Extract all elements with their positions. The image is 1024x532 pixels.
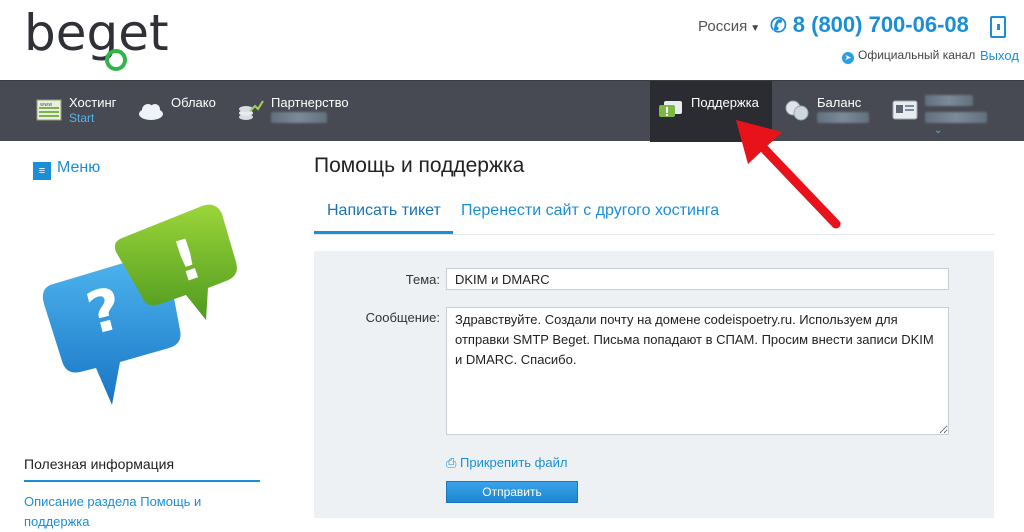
message-label: Сообщение: <box>365 310 440 325</box>
blurred-account-id <box>925 112 987 123</box>
official-channel-link[interactable]: ➤ Официальный канал <box>842 48 975 64</box>
phone-icon: ✆ <box>770 15 787 37</box>
support-phone[interactable]: ✆ 8 (800) 700-06-08 <box>770 12 969 38</box>
nav-item-partnership[interactable]: Партнерство <box>238 81 358 142</box>
chevron-down-icon: ▼ <box>750 23 761 34</box>
active-tab-indicator <box>314 231 453 234</box>
nav-balance-label: Баланс <box>817 95 862 110</box>
exit-door-icon[interactable] <box>990 16 1006 38</box>
annotation-arrow-icon <box>736 120 841 229</box>
nav-item-hosting[interactable]: www Хостинг Start <box>36 81 136 142</box>
tab-transfer-site[interactable]: Перенести сайт с другого хостинга <box>461 202 719 220</box>
coins-chart-icon <box>239 100 264 120</box>
nav-support-label: Поддержка <box>691 95 759 110</box>
blurred-partner-balance <box>271 112 327 123</box>
logo-text: beget <box>24 6 169 62</box>
channel-label: Официальный канал <box>858 48 976 62</box>
account-card-icon <box>892 100 918 120</box>
cloud-icon <box>139 104 163 120</box>
region-selector[interactable]: Россия ▼ <box>698 18 760 35</box>
phone-number: 8 (800) 700-06-08 <box>792 12 969 37</box>
nav-hosting-label: Хостинг <box>69 95 117 110</box>
nav-partnership-label: Партнерство <box>271 95 349 110</box>
support-chat-icon <box>659 101 682 117</box>
svg-text:www: www <box>40 102 52 108</box>
useful-info-heading: Полезная информация <box>24 456 260 482</box>
attach-label: Прикрепить файл <box>460 455 568 470</box>
subject-input[interactable] <box>446 268 949 290</box>
help-section-description-link[interactable]: Описание раздела Помощь и поддержка <box>24 492 224 532</box>
hosting-icon: www <box>36 99 62 121</box>
nav-hosting-plan: Start <box>69 111 95 125</box>
region-label: Россия <box>698 18 748 35</box>
nav-cloud-label: Облако <box>171 95 216 110</box>
tab-write-ticket[interactable]: Написать тикет <box>327 202 441 220</box>
telegram-icon: ➤ <box>842 52 854 64</box>
menu-toggle[interactable]: ≡ Меню <box>33 159 100 180</box>
submit-button[interactable]: Отправить <box>446 481 578 503</box>
menu-label: Меню <box>57 159 101 176</box>
page-title: Помощь и поддержка <box>314 154 525 177</box>
subject-label: Тема: <box>405 272 440 287</box>
ticket-form: Тема: Сообщение: Здравствуйте. Создали п… <box>314 251 994 518</box>
beget-logo[interactable]: beget <box>24 4 174 71</box>
top-header: beget Россия ▼ ✆ 8 (800) 700-06-08 ➤ Официа… <box>0 0 1024 80</box>
logout-link[interactable]: Выход <box>980 48 1019 63</box>
attach-file-link[interactable]: ⎙ Прикрепить файл <box>446 455 567 471</box>
paperclip-icon: ⎙ <box>446 455 457 470</box>
menu-icon: ≡ <box>33 162 51 180</box>
blurred-account-name <box>925 95 973 106</box>
nav-item-account[interactable] <box>892 81 1002 142</box>
main-navigation: www Хостинг Start Облако Партнерство Под… <box>0 80 1024 142</box>
support-tabs: Написать тикет Перенести сайт с другого … <box>314 193 994 235</box>
help-bubbles-illustration: ? ! <box>42 204 237 405</box>
message-textarea[interactable]: Здравствуйте. Создали почту на домене co… <box>446 307 949 435</box>
account-dropdown-chevron-icon[interactable]: ⌄ <box>934 125 942 136</box>
nav-item-cloud[interactable]: Облако <box>138 81 228 142</box>
